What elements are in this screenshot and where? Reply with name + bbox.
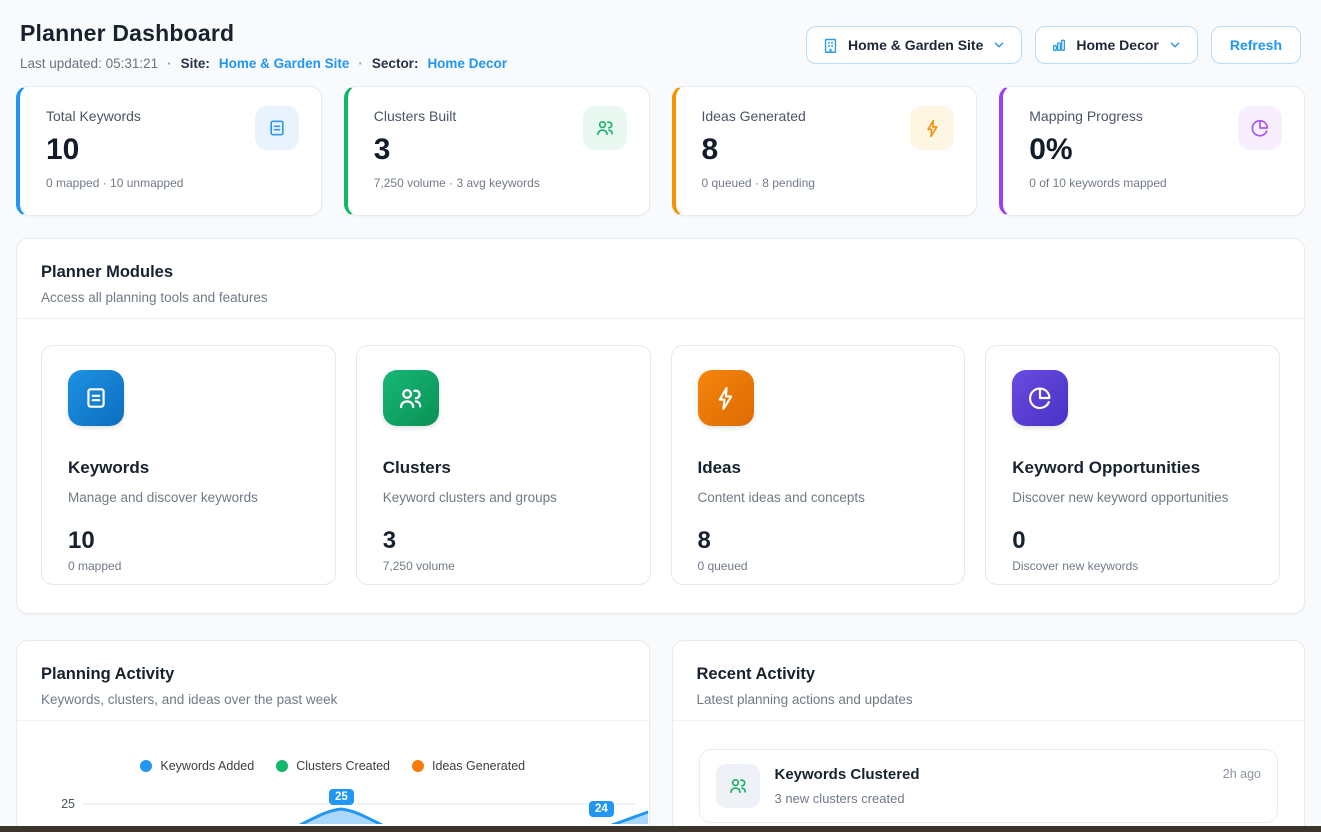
recent-activity-subtitle: Latest planning actions and updates [697, 692, 1281, 707]
module-description: Discover new keyword opportunities [1012, 490, 1253, 505]
planner-modules-panel: Planner Modules Access all planning tool… [16, 238, 1305, 614]
sector-link[interactable]: Home Decor [427, 56, 507, 71]
site-link[interactable]: Home & Garden Site [219, 56, 350, 71]
refresh-button[interactable]: Refresh [1211, 26, 1301, 64]
pie-chart-icon [1012, 370, 1068, 426]
meta-separator: · [167, 56, 172, 71]
page-title: Planner Dashboard [20, 20, 507, 47]
module-title: Ideas [698, 458, 939, 478]
page-header: Planner Dashboard Last updated: 05:31:21… [16, 20, 1305, 71]
chevron-down-icon [1168, 38, 1182, 52]
bar-chart-icon [1051, 37, 1067, 53]
sector-selector-dropdown[interactable]: Home Decor [1035, 26, 1197, 64]
legend-dot-orange [412, 760, 424, 772]
modules-panel-title: Planner Modules [41, 263, 1280, 282]
module-title: Keywords [68, 458, 309, 478]
site-selector-value: Home & Garden Site [848, 37, 983, 53]
module-description: Manage and discover keywords [68, 490, 309, 505]
module-card-ideas[interactable]: Ideas Content ideas and concepts 8 0 que… [671, 345, 966, 585]
module-description: Content ideas and concepts [698, 490, 939, 505]
bottom-row: Planning Activity Keywords, clusters, an… [16, 640, 1305, 832]
users-icon [583, 106, 627, 150]
recent-activity-title: Recent Activity [697, 665, 1281, 684]
activity-item-text: Keywords Clustered 3 new clusters create… [775, 764, 1208, 806]
sector-label: Sector: [372, 56, 419, 71]
modules-panel-header: Planner Modules Access all planning tool… [17, 239, 1304, 318]
stat-card-total-keywords: Total Keywords 10 0 mapped · 10 unmapped [16, 86, 322, 216]
data-point-label: 25 [329, 789, 354, 805]
divider [17, 720, 649, 721]
legend-label: Clusters Created [296, 759, 390, 773]
module-card-clusters[interactable]: Clusters Keyword clusters and groups 3 7… [356, 345, 651, 585]
header-left: Planner Dashboard Last updated: 05:31:21… [20, 20, 507, 71]
module-value: 3 [383, 527, 624, 555]
y-axis-tick-25: 25 [61, 797, 75, 811]
module-value: 8 [698, 527, 939, 555]
module-value: 10 [68, 527, 309, 555]
module-sub: 0 queued [698, 559, 939, 573]
legend-label: Keywords Added [160, 759, 254, 773]
modules-panel-subtitle: Access all planning tools and features [41, 290, 1280, 305]
users-icon [716, 764, 760, 808]
stat-sub: 7,250 volume · 3 avg keywords [374, 176, 627, 190]
data-point-label: 24 [589, 801, 614, 817]
document-icon [68, 370, 124, 426]
module-sub: Discover new keywords [1012, 559, 1253, 573]
last-updated-text: Last updated: 05:31:21 [20, 56, 158, 71]
legend-dot-blue [140, 760, 152, 772]
stats-row: Total Keywords 10 0 mapped · 10 unmapped… [16, 86, 1305, 216]
module-card-keywords[interactable]: Keywords Manage and discover keywords 10… [41, 345, 336, 585]
pie-chart-icon [1238, 106, 1282, 150]
stat-sub: 0 mapped · 10 unmapped [46, 176, 299, 190]
legend-item-clusters-created[interactable]: Clusters Created [276, 759, 390, 773]
planning-activity-subtitle: Keywords, clusters, and ideas over the p… [41, 692, 625, 707]
stat-card-ideas-generated: Ideas Generated 8 0 queued · 8 pending [672, 86, 978, 216]
modules-grid: Keywords Manage and discover keywords 10… [17, 319, 1304, 613]
stat-card-clusters-built: Clusters Built 3 7,250 volume · 3 avg ke… [344, 86, 650, 216]
recent-activity-header: Recent Activity Latest planning actions … [673, 641, 1305, 720]
building-icon [822, 37, 839, 54]
stat-sub: 0 queued · 8 pending [702, 176, 955, 190]
planner-dashboard-page: Planner Dashboard Last updated: 05:31:21… [0, 0, 1321, 832]
recent-activity-panel: Recent Activity Latest planning actions … [672, 640, 1306, 832]
planning-activity-header: Planning Activity Keywords, clusters, an… [17, 641, 649, 720]
activity-item-title: Keywords Clustered [775, 766, 1208, 783]
lightning-icon [910, 106, 954, 150]
legend-label: Ideas Generated [432, 759, 525, 773]
activity-list-item: Keywords Clustered 3 new clusters create… [699, 749, 1279, 823]
meta-separator: · [358, 56, 363, 71]
module-title: Clusters [383, 458, 624, 478]
site-selector-dropdown[interactable]: Home & Garden Site [806, 26, 1022, 64]
legend-dot-green [276, 760, 288, 772]
header-meta: Last updated: 05:31:21 · Site: Home & Ga… [20, 56, 507, 71]
legend-item-ideas-generated[interactable]: Ideas Generated [412, 759, 525, 773]
legend-item-keywords-added[interactable]: Keywords Added [140, 759, 254, 773]
document-icon [255, 106, 299, 150]
activity-item-description: 3 new clusters created [775, 791, 1208, 806]
activity-line-chart: 25 25 24 [17, 778, 649, 824]
module-sub: 7,250 volume [383, 559, 624, 573]
planning-activity-title: Planning Activity [41, 665, 625, 684]
stat-sub: 0 of 10 keywords mapped [1029, 176, 1282, 190]
activity-item-timestamp: 2h ago [1223, 767, 1261, 781]
site-label: Site: [181, 56, 210, 71]
sector-selector-value: Home Decor [1076, 37, 1158, 53]
module-value: 0 [1012, 527, 1253, 555]
module-title: Keyword Opportunities [1012, 458, 1253, 478]
window-bottom-edge [0, 826, 1321, 832]
lightning-icon [698, 370, 754, 426]
chevron-down-icon [992, 38, 1006, 52]
module-card-keyword-opportunities[interactable]: Keyword Opportunities Discover new keywo… [985, 345, 1280, 585]
chart-legend: Keywords Added Clusters Created Ideas Ge… [17, 759, 649, 773]
stat-card-mapping-progress: Mapping Progress 0% 0 of 10 keywords map… [999, 86, 1305, 216]
recent-activity-list: Keywords Clustered 3 new clusters create… [673, 721, 1305, 832]
planning-activity-panel: Planning Activity Keywords, clusters, an… [16, 640, 650, 832]
module-description: Keyword clusters and groups [383, 490, 624, 505]
header-actions: Home & Garden Site Home Decor [806, 26, 1301, 64]
module-sub: 0 mapped [68, 559, 309, 573]
users-icon [383, 370, 439, 426]
